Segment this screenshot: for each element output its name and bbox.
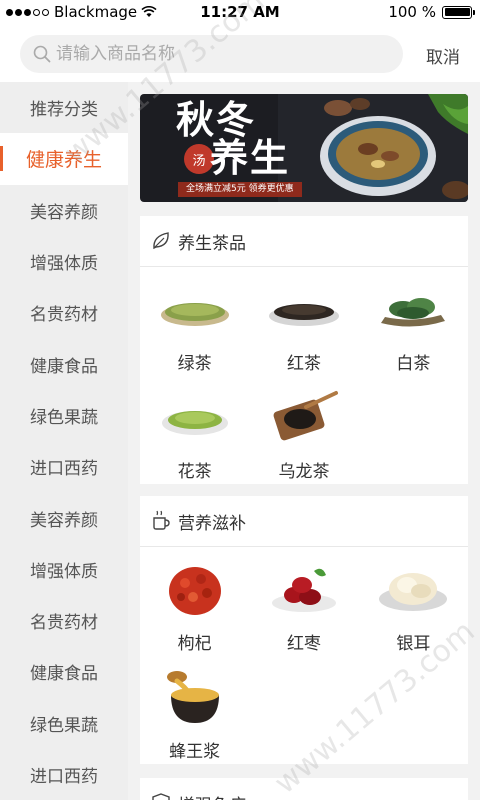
sidebar-item[interactable]: 名贵药材 (0, 595, 128, 646)
sidebar-item[interactable]: 进口西药 (0, 441, 128, 492)
product-item-flower-tea[interactable]: 花茶 (140, 389, 249, 497)
product-label: 红枣 (286, 634, 321, 654)
search-icon (33, 45, 51, 63)
shield-icon (152, 793, 170, 800)
product-item-jujube[interactable]: 红枣 (249, 561, 358, 669)
sidebar-item-label: 美容养颜 (30, 202, 98, 223)
section-title: 营养滋补 (178, 513, 246, 534)
sidebar-item-label: 绿色果蔬 (30, 715, 98, 736)
product-item-oolong-tea[interactable]: 乌龙茶 (249, 389, 358, 497)
sidebar-item-label: 增强体质 (30, 254, 98, 275)
category-sidebar: 推荐分类 健康养生 美容养颜 增强体质 名贵药材 健康食品 绿色果蔬 进口西药 … (0, 82, 128, 800)
product-label: 白茶 (396, 354, 431, 374)
white-tea-image (381, 298, 446, 327)
product-label: 银耳 (396, 634, 431, 654)
sidebar-item-label: 健康食品 (30, 664, 98, 685)
product-item-goji[interactable]: 枸杞 (140, 561, 249, 669)
banner-title-line2: 养生 (210, 135, 291, 180)
section-title: 增强免疫 (178, 791, 246, 800)
promo-banner[interactable]: 秋冬 汤 养生 全场满立减5元 领券更优惠 (140, 94, 468, 202)
sidebar-item[interactable]: 增强体质 (0, 544, 128, 595)
product-label: 蜂王浆 (169, 742, 221, 762)
sidebar-item-label: 名贵药材 (30, 305, 98, 326)
sidebar-item[interactable]: 绿色果蔬 (0, 390, 128, 441)
product-label: 红茶 (286, 354, 321, 374)
product-label: 绿茶 (177, 354, 212, 374)
product-item-green-tea[interactable]: 绿茶 (140, 281, 249, 389)
sidebar-item[interactable]: 增强体质 (0, 236, 128, 287)
battery-fill (444, 8, 470, 16)
sidebar-item-label: 健康养生 (25, 149, 102, 172)
sidebar-item[interactable]: 健康食品 (0, 338, 128, 389)
sidebar-item-label: 名贵药材 (30, 613, 98, 634)
white-fungus-image (379, 573, 448, 611)
battery-percent: 100 % (388, 3, 436, 21)
status-bar: Blackmage 11:27 AM 100 % (0, 0, 480, 24)
banner-title-line1: 秋冬 (176, 97, 257, 142)
goji-image (168, 567, 221, 615)
search-box[interactable] (20, 35, 403, 73)
sidebar-item-active[interactable]: 健康养生 (0, 133, 128, 185)
sidebar-item-label: 美容养颜 (30, 510, 98, 531)
tea-section: 养生茶品 绿茶 红茶 白茶 花茶 乌龙茶 (140, 216, 468, 484)
nutrition-section: 营养滋补 枸杞 红枣 银耳 蜂王浆 (140, 496, 468, 764)
cup-icon (153, 510, 170, 530)
sidebar-item[interactable]: 推荐分类 (0, 82, 128, 133)
flower-tea-image (161, 411, 228, 435)
soup-bowl-image (278, 94, 468, 202)
royal-jelly-image (166, 671, 219, 723)
product-item-black-tea[interactable]: 红茶 (249, 281, 358, 389)
sidebar-item[interactable]: 美容养颜 (0, 185, 128, 236)
black-tea-image (268, 304, 339, 326)
search-header: 取消 (0, 24, 480, 82)
sidebar-item[interactable]: 美容养颜 (0, 492, 128, 543)
product-label: 乌龙茶 (278, 462, 330, 482)
leaf-icon (153, 232, 169, 250)
product-item-white-tea[interactable]: 白茶 (359, 281, 468, 389)
immunity-section: 增强免疫 (140, 778, 468, 800)
sidebar-item-label: 推荐分类 (30, 100, 98, 121)
sidebar-item-label: 进口西药 (30, 459, 98, 480)
green-tea-image (160, 303, 229, 326)
oolong-tea-image (273, 391, 338, 441)
sidebar-item-label: 绿色果蔬 (30, 407, 98, 428)
search-input[interactable] (56, 44, 376, 64)
sidebar-item[interactable]: 绿色果蔬 (0, 698, 128, 749)
battery-icon (442, 5, 475, 19)
product-label: 花茶 (177, 462, 212, 482)
product-item-white-fungus[interactable]: 银耳 (359, 561, 468, 669)
product-item-royal-jelly[interactable]: 蜂王浆 (140, 669, 249, 777)
sidebar-item-label: 健康食品 (30, 356, 98, 377)
section-header: 营养滋补 (140, 496, 468, 547)
sidebar-item[interactable]: 进口西药 (0, 749, 128, 800)
sidebar-item-label: 增强体质 (30, 561, 98, 582)
cancel-button[interactable]: 取消 (426, 43, 460, 68)
product-label: 枸杞 (177, 634, 212, 654)
sidebar-item[interactable]: 名贵药材 (0, 287, 128, 338)
section-header: 养生茶品 (140, 216, 468, 267)
section-header: 增强免疫 (140, 778, 468, 800)
section-title: 养生茶品 (178, 233, 246, 254)
jujube-image (271, 568, 336, 612)
banner-promo-text: 全场满立减5元 领券更优惠 (178, 182, 302, 197)
battery-group: 100 % (388, 3, 475, 21)
sidebar-item-label: 进口西药 (30, 767, 98, 787)
sidebar-item[interactable]: 健康食品 (0, 646, 128, 697)
main-content: 秋冬 汤 养生 全场满立减5元 领券更优惠 养生茶品 绿茶 红茶 白茶 花茶 乌… (128, 82, 480, 800)
